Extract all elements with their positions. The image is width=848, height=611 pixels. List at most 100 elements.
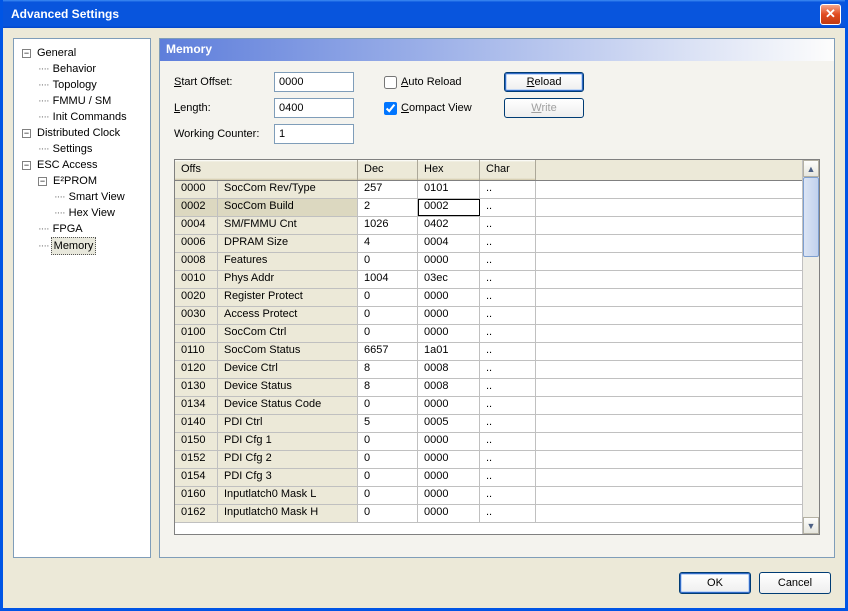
table-row[interactable]: 0030Access Protect00000.. bbox=[175, 307, 802, 325]
scroll-down-button[interactable]: ▼ bbox=[803, 517, 819, 534]
cell-hex[interactable]: 0004 bbox=[418, 235, 480, 252]
settings-tree[interactable]: − General ····Behavior ····Topology ····… bbox=[13, 38, 151, 558]
cell-name: Inputlatch0 Mask H bbox=[218, 505, 358, 522]
close-button[interactable]: ✕ bbox=[820, 4, 841, 25]
cell-hex[interactable]: 03ec bbox=[418, 271, 480, 288]
cell-hex[interactable]: 0008 bbox=[418, 361, 480, 378]
cell-hex[interactable]: 0000 bbox=[418, 433, 480, 450]
table-row[interactable]: 0008Features00000.. bbox=[175, 253, 802, 271]
table-row[interactable]: 0000SocCom Rev/Type2570101.. bbox=[175, 181, 802, 199]
cell-name: Device Status Code bbox=[218, 397, 358, 414]
scroll-thumb[interactable] bbox=[803, 177, 819, 257]
minus-icon[interactable]: − bbox=[22, 49, 31, 58]
compact-view-input[interactable] bbox=[384, 102, 397, 115]
tree-node-distributed-clock[interactable]: − Distributed Clock bbox=[16, 125, 148, 141]
minus-icon[interactable]: − bbox=[22, 161, 31, 170]
cell-dec: 1026 bbox=[358, 217, 418, 234]
table-row[interactable]: 0020Register Protect00000.. bbox=[175, 289, 802, 307]
table-row[interactable]: 0152PDI Cfg 200000.. bbox=[175, 451, 802, 469]
ok-button[interactable]: OK bbox=[679, 572, 751, 594]
cell-offs: 0140 bbox=[175, 415, 218, 432]
tree-node-init-commands[interactable]: ····Init Commands bbox=[16, 109, 148, 125]
table-row[interactable]: 0154PDI Cfg 300000.. bbox=[175, 469, 802, 487]
auto-reload-input[interactable] bbox=[384, 76, 397, 89]
tree-node-behavior[interactable]: ····Behavior bbox=[16, 61, 148, 77]
cell-dec: 0 bbox=[358, 289, 418, 306]
cancel-button[interactable]: Cancel bbox=[759, 572, 831, 594]
table-row[interactable]: 0162Inputlatch0 Mask H00000.. bbox=[175, 505, 802, 523]
grid-header-hex[interactable]: Hex bbox=[418, 160, 480, 180]
tree-node-topology[interactable]: ····Topology bbox=[16, 77, 148, 93]
table-row[interactable]: 0100SocCom Ctrl00000.. bbox=[175, 325, 802, 343]
table-row[interactable]: 0134Device Status Code00000.. bbox=[175, 397, 802, 415]
grid-header-offs[interactable]: Offs bbox=[175, 160, 358, 180]
cell-hex[interactable]: 0000 bbox=[418, 451, 480, 468]
cell-char: .. bbox=[480, 487, 536, 504]
working-counter-input[interactable] bbox=[274, 124, 354, 144]
cell-char: .. bbox=[480, 469, 536, 486]
length-label: Length: bbox=[174, 102, 274, 114]
grid-header-char[interactable]: Char bbox=[480, 160, 536, 180]
cell-hex[interactable]: 0008 bbox=[418, 379, 480, 396]
start-offset-input[interactable] bbox=[274, 72, 354, 92]
cell-offs: 0130 bbox=[175, 379, 218, 396]
table-row[interactable]: 0150PDI Cfg 100000.. bbox=[175, 433, 802, 451]
length-input[interactable] bbox=[274, 98, 354, 118]
grid-header-dec[interactable]: Dec bbox=[358, 160, 418, 180]
minus-icon[interactable]: − bbox=[22, 129, 31, 138]
cell-hex[interactable]: 0000 bbox=[418, 307, 480, 324]
cell-hex[interactable]: 0000 bbox=[418, 487, 480, 504]
table-row[interactable]: 0110SocCom Status66571a01.. bbox=[175, 343, 802, 361]
table-row[interactable]: 0004SM/FMMU Cnt10260402.. bbox=[175, 217, 802, 235]
auto-reload-checkbox[interactable]: Auto Reload bbox=[384, 76, 504, 89]
cell-char: .. bbox=[480, 451, 536, 468]
write-button: Write bbox=[504, 98, 584, 118]
cell-hex[interactable]: 0005 bbox=[418, 415, 480, 432]
cell-char: .. bbox=[480, 361, 536, 378]
cell-name: Device Status bbox=[218, 379, 358, 396]
table-row[interactable]: 0160Inputlatch0 Mask L00000.. bbox=[175, 487, 802, 505]
cell-hex[interactable]: 0000 bbox=[418, 505, 480, 522]
cell-dec: 0 bbox=[358, 253, 418, 270]
table-row[interactable]: 0002SocCom Build20002.. bbox=[175, 199, 802, 217]
tree-node-settings[interactable]: ····Settings bbox=[16, 141, 148, 157]
tree-node-general[interactable]: − General bbox=[16, 45, 148, 61]
compact-view-checkbox[interactable]: Compact View bbox=[384, 102, 504, 115]
table-row[interactable]: 0130Device Status80008.. bbox=[175, 379, 802, 397]
cell-hex[interactable]: 0000 bbox=[418, 253, 480, 270]
cell-hex[interactable]: 0101 bbox=[418, 181, 480, 198]
tree-node-fpga[interactable]: ····FPGA bbox=[16, 221, 148, 237]
table-row[interactable]: 0006DPRAM Size40004.. bbox=[175, 235, 802, 253]
tree-node-hex-view[interactable]: ····Hex View bbox=[16, 205, 148, 221]
scroll-up-button[interactable]: ▲ bbox=[803, 160, 819, 177]
cell-offs: 0008 bbox=[175, 253, 218, 270]
cell-name: Device Ctrl bbox=[218, 361, 358, 378]
cell-char: .. bbox=[480, 235, 536, 252]
cell-hex[interactable]: 0000 bbox=[418, 397, 480, 414]
cell-char: .. bbox=[480, 343, 536, 360]
reload-button[interactable]: Reload bbox=[504, 72, 584, 92]
grid-body[interactable]: 0000SocCom Rev/Type2570101..0002SocCom B… bbox=[175, 181, 802, 534]
tree-node-smart-view[interactable]: ····Smart View bbox=[16, 189, 148, 205]
grid-header: Offs Dec Hex Char bbox=[175, 160, 802, 181]
table-row[interactable]: 0010Phys Addr100403ec.. bbox=[175, 271, 802, 289]
tree-node-eeprom[interactable]: − E²PROM bbox=[16, 173, 148, 189]
cell-hex[interactable]: 0002 bbox=[418, 199, 480, 216]
tree-node-memory[interactable]: ····Memory bbox=[16, 237, 148, 255]
table-row[interactable]: 0140PDI Ctrl50005.. bbox=[175, 415, 802, 433]
cell-name: PDI Cfg 2 bbox=[218, 451, 358, 468]
minus-icon[interactable]: − bbox=[38, 177, 47, 186]
cell-offs: 0010 bbox=[175, 271, 218, 288]
tree-node-fmmu-sm[interactable]: ····FMMU / SM bbox=[16, 93, 148, 109]
cell-hex[interactable]: 1a01 bbox=[418, 343, 480, 360]
cell-char: .. bbox=[480, 379, 536, 396]
cell-hex[interactable]: 0000 bbox=[418, 469, 480, 486]
cell-hex[interactable]: 0000 bbox=[418, 289, 480, 306]
cell-name: DPRAM Size bbox=[218, 235, 358, 252]
table-row[interactable]: 0120Device Ctrl80008.. bbox=[175, 361, 802, 379]
scroll-track[interactable] bbox=[803, 177, 819, 517]
cell-hex[interactable]: 0000 bbox=[418, 325, 480, 342]
vertical-scrollbar[interactable]: ▲ ▼ bbox=[802, 160, 819, 534]
tree-node-esc-access[interactable]: − ESC Access bbox=[16, 157, 148, 173]
cell-hex[interactable]: 0402 bbox=[418, 217, 480, 234]
